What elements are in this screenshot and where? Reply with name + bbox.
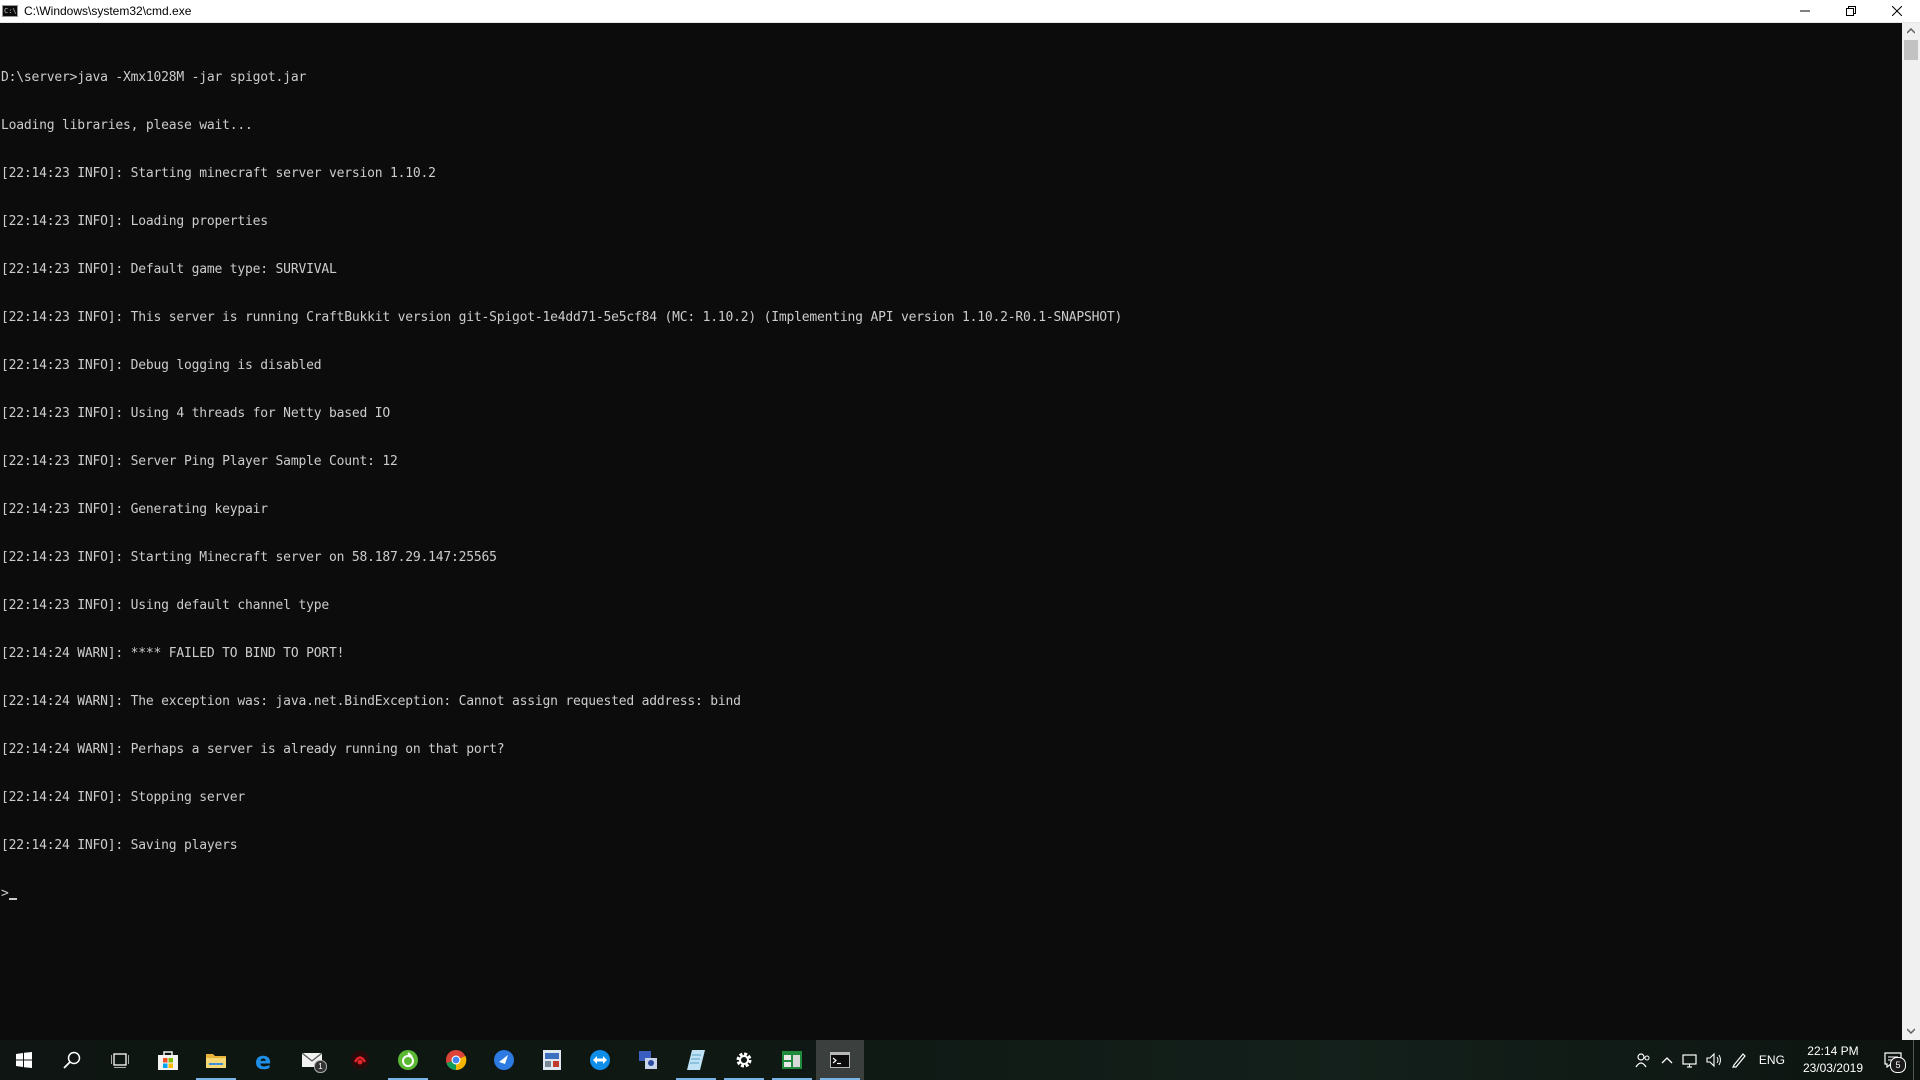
network-icon (1682, 1054, 1697, 1068)
console-line: [22:14:24 WARN]: **** FAILED TO BIND TO … (1, 646, 345, 661)
chrome-icon (446, 1050, 467, 1071)
console-line: D:\server>java -Xmx1028M -jar spigot.jar (1, 70, 307, 85)
console-line: [22:14:23 INFO]: Starting minecraft serv… (1, 166, 436, 181)
console-line: [22:14:23 INFO]: Default game type: SURV… (1, 262, 337, 277)
system-tray: ENG 22:14 PM 23/03/2019 5 (1631, 1040, 1920, 1080)
mail-badge: 1 (314, 1060, 327, 1073)
close-icon (1892, 6, 1902, 16)
system-tool-app[interactable] (528, 1040, 576, 1080)
volume-button[interactable] (1703, 1040, 1727, 1080)
restore-icon (1846, 6, 1856, 16)
minimize-icon (1800, 10, 1810, 12)
title-bar[interactable]: C:\ C:\Windows\system32\cmd.exe (0, 0, 1920, 23)
chevron-up-icon (1907, 28, 1915, 34)
language-indicator[interactable]: ENG (1751, 1053, 1793, 1067)
notepad-icon (687, 1050, 705, 1070)
teamviewer-like-icon (494, 1050, 514, 1070)
close-button[interactable] (1874, 0, 1920, 22)
pen-icon (1731, 1053, 1746, 1068)
cmd-icon (830, 1052, 850, 1068)
store-icon (158, 1051, 178, 1070)
remote-app[interactable] (576, 1040, 624, 1080)
start-button[interactable] (0, 1040, 48, 1080)
console-line: [22:14:24 WARN]: The exception was: java… (1, 694, 741, 709)
console-line: [22:14:24 INFO]: Saving players (1, 838, 238, 853)
clock-time: 22:14 PM (1807, 1044, 1859, 1058)
clock-date: 23/03/2019 (1802, 1061, 1863, 1075)
vertical-scrollbar[interactable] (1902, 23, 1920, 1040)
volume-icon (1706, 1052, 1721, 1068)
start-icon (16, 1052, 32, 1068)
taskbar: e 1 ENG 22:14 PM 23/03/2019 5 (0, 1040, 1920, 1080)
chevron-down-icon (1907, 1028, 1915, 1034)
console-line: Loading libraries, please wait... (1, 118, 253, 133)
remote-app-icon (590, 1050, 610, 1070)
network-button[interactable] (1679, 1040, 1703, 1080)
task-view-icon (111, 1053, 129, 1068)
console-line: [22:14:23 INFO]: Starting Minecraft serv… (1, 550, 497, 565)
show-hidden-icons-button[interactable] (1655, 1040, 1679, 1080)
console-line: [22:14:23 INFO]: Generating keypair (1, 502, 268, 517)
scroll-down-button[interactable] (1902, 1023, 1920, 1040)
network-tool-app[interactable] (624, 1040, 672, 1080)
console-line: [22:14:23 INFO]: This server is running … (1, 310, 1123, 325)
app-window-icon (782, 1051, 802, 1069)
game-app-icon (351, 1051, 369, 1069)
console-prompt-line[interactable]: > (1, 886, 1902, 902)
chrome-app[interactable] (432, 1040, 480, 1080)
cmd-app[interactable] (816, 1040, 864, 1080)
console-line: [22:14:23 INFO]: Using default channel t… (1, 598, 329, 613)
settings-app[interactable] (720, 1040, 768, 1080)
file-explorer-app[interactable] (192, 1040, 240, 1080)
console-line: [22:14:23 INFO]: Loading properties (1, 214, 268, 229)
network-tool-icon (639, 1051, 657, 1069)
window-title: C:\Windows\system32\cmd.exe (24, 4, 192, 18)
chevron-up-icon (1661, 1057, 1673, 1064)
search-icon (63, 1051, 81, 1069)
blue-circle-app[interactable] (480, 1040, 528, 1080)
clock[interactable]: 22:14 PM 23/03/2019 (1793, 1043, 1873, 1077)
show-desktop-button[interactable] (1913, 1040, 1920, 1080)
people-button[interactable] (1631, 1040, 1655, 1080)
task-view-button[interactable] (96, 1040, 144, 1080)
app-window[interactable] (768, 1040, 816, 1080)
text-cursor (8, 898, 17, 900)
notification-count: 5 (1890, 1057, 1906, 1073)
scroll-thumb[interactable] (1904, 40, 1918, 60)
store-app[interactable] (144, 1040, 192, 1080)
people-icon (1635, 1053, 1650, 1068)
console-line: [22:14:24 INFO]: Stopping server (1, 790, 246, 805)
action-center-button[interactable]: 5 (1873, 1040, 1913, 1080)
green-app[interactable] (384, 1040, 432, 1080)
edge-icon: e (255, 1049, 271, 1071)
edge-app[interactable]: e (240, 1040, 288, 1080)
green-app-icon (398, 1050, 418, 1070)
svg-text:e: e (255, 1049, 271, 1071)
cmd-app-icon: C:\ (2, 5, 18, 17)
pen-button[interactable] (1727, 1040, 1751, 1080)
window-controls (1782, 0, 1920, 22)
settings-icon (736, 1052, 752, 1068)
mail-app[interactable]: 1 (288, 1040, 336, 1080)
console-line: [22:14:23 INFO]: Using 4 threads for Net… (1, 406, 390, 421)
minimize-button[interactable] (1782, 0, 1828, 22)
scroll-up-button[interactable] (1902, 23, 1920, 40)
console-line: [22:14:23 INFO]: Server Ping Player Samp… (1, 454, 398, 469)
game-app[interactable] (336, 1040, 384, 1080)
system-tool-icon (543, 1050, 561, 1070)
console-output[interactable]: D:\server>java -Xmx1028M -jar spigot.jar… (0, 23, 1902, 1040)
notepad-app[interactable] (672, 1040, 720, 1080)
console-text: D:\server>java -Xmx1028M -jar spigot.jar… (0, 23, 1902, 934)
restore-button[interactable] (1828, 0, 1874, 22)
console-line: [22:14:24 WARN]: Perhaps a server is alr… (1, 742, 505, 757)
file-explorer-icon (206, 1054, 226, 1068)
search-button[interactable] (48, 1040, 96, 1080)
console-prompt: > (1, 886, 9, 901)
console-line: [22:14:23 INFO]: Debug logging is disabl… (1, 358, 322, 373)
